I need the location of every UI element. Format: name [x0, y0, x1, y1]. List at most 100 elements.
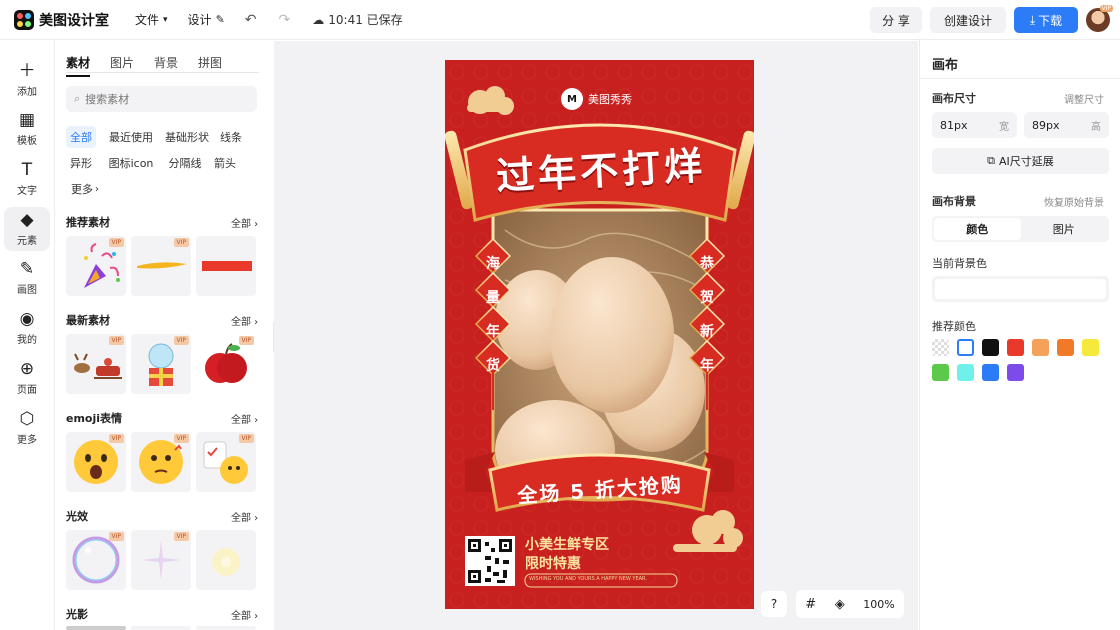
swatch-black[interactable] — [982, 339, 999, 356]
poster-left-tags[interactable]: 海 量 年 货 — [486, 247, 500, 383]
bg-type-toggle: 颜色 图片 — [932, 216, 1109, 242]
search-icon: ⌕ — [74, 92, 81, 105]
asset-red-rectangle[interactable] — [196, 236, 256, 296]
swatch-white[interactable] — [957, 339, 974, 356]
rail-item-add[interactable]: ＋ 添加 — [4, 58, 50, 102]
asset-reindeer-sleigh[interactable]: VIP — [66, 334, 126, 394]
asset-glow[interactable] — [196, 530, 256, 590]
resize-link[interactable]: 调整尺寸 — [1064, 91, 1104, 106]
rail-item-more[interactable]: ⬡ 更多 — [4, 406, 50, 450]
file-menu[interactable]: 文件 ▾ — [135, 11, 168, 28]
poster-canvas[interactable]: M 美图秀秀 过年不打烊 海 量 年 货 恭 贺 新 年 全场 5 折大抢购 小… — [445, 60, 754, 609]
asset-bubble[interactable]: VIP — [66, 530, 126, 590]
swatch-blue[interactable] — [982, 364, 999, 381]
see-all-label: 全部 — [231, 415, 251, 426]
chip-arrows[interactable]: 箭头 — [210, 152, 240, 174]
chip-icons[interactable]: 图标icon — [102, 152, 160, 174]
vip-badge: VIP — [173, 532, 189, 541]
grid-icon[interactable]: # — [805, 597, 816, 612]
rail-label: 我的 — [17, 335, 37, 346]
bg-image-tab[interactable]: 图片 — [1021, 218, 1108, 240]
rail-item-text[interactable]: T 文字 — [4, 157, 50, 201]
width-unit: 宽 — [999, 121, 1009, 133]
vip-badge: VIP — [108, 532, 124, 541]
asset-emoji-checklist[interactable]: VIP — [196, 432, 256, 492]
brand-name: 美图秀秀 — [588, 93, 632, 106]
search-box[interactable]: ⌕ — [66, 86, 257, 112]
width-field[interactable]: 81px 宽 — [932, 112, 1017, 138]
tab-collage[interactable]: 拼图 — [198, 54, 222, 77]
asset-party-popper[interactable]: VIP — [66, 236, 126, 296]
swatch-transparent[interactable] — [932, 339, 949, 356]
chip-recent[interactable]: 最近使用 — [104, 126, 158, 148]
chip-lines[interactable]: 线条 — [216, 126, 246, 148]
swatch-orange[interactable] — [1057, 339, 1074, 356]
poster-footer-subtitle[interactable]: 限时特惠 — [525, 553, 581, 573]
rail-item-elements[interactable]: ◆ 元素 — [4, 207, 50, 251]
see-all-recommended[interactable]: 全部 › — [231, 215, 258, 230]
chevron-right-icon: › — [95, 183, 99, 195]
ai-resize-button[interactable]: ⧉ AI尺寸延展 — [932, 148, 1109, 174]
asset-star-flare[interactable]: VIP — [131, 530, 191, 590]
see-all-label: 全部 — [231, 513, 251, 524]
asset-shadow-3[interactable] — [196, 626, 256, 630]
chip-all[interactable]: 全部 — [66, 126, 96, 148]
rail-item-draw[interactable]: ✎ 画图 — [4, 256, 50, 300]
chip-more[interactable]: 更多 › — [66, 178, 104, 200]
see-all-newest[interactable]: 全部 › — [231, 313, 258, 328]
current-bg-color[interactable] — [932, 276, 1109, 302]
rail-item-pages[interactable]: ⊕ 页面 — [4, 356, 50, 400]
width-value: 81px — [940, 118, 968, 132]
create-design-button[interactable]: 创建设计 — [930, 7, 1006, 33]
asset-red-apple[interactable]: VIP — [196, 334, 256, 394]
rail-label: 模板 — [17, 136, 37, 147]
see-all-emoji[interactable]: 全部 › — [231, 411, 258, 426]
rail-item-templates[interactable]: ▦ 模板 — [4, 107, 50, 151]
asset-shadow-2[interactable] — [131, 626, 191, 630]
swatch-light-orange[interactable] — [1032, 339, 1049, 356]
see-all-shadow[interactable]: 全部 › — [231, 607, 258, 622]
swatch-yellow[interactable] — [1082, 339, 1099, 356]
poster-footer-title[interactable]: 小美生鲜专区 — [525, 534, 609, 554]
see-all-light[interactable]: 全部 › — [231, 509, 258, 524]
avatar[interactable]: VIP — [1086, 5, 1113, 32]
swatch-cyan[interactable] — [957, 364, 974, 381]
swatch-red[interactable] — [1007, 339, 1024, 356]
app-logo[interactable]: 美图设计室 — [14, 9, 109, 30]
restore-bg-link[interactable]: 恢复原始背景 — [1044, 194, 1104, 209]
poster-brand[interactable]: M 美图秀秀 — [561, 88, 632, 110]
chip-irregular[interactable]: 异形 — [66, 152, 96, 174]
tab-materials[interactable]: 素材 — [66, 54, 91, 77]
layers-icon[interactable]: ◈ — [835, 597, 845, 612]
poster-footer-small[interactable]: WISHING YOU AND YOURS A HAPPY NEW YEAR. — [529, 576, 647, 582]
current-bg-swatch — [935, 279, 1106, 299]
chip-dividers[interactable]: 分隔线 — [164, 152, 206, 174]
swatch-purple[interactable] — [1007, 364, 1024, 381]
redo-icon[interactable]: ↷ — [279, 12, 291, 28]
rail-item-mine[interactable]: ◉ 我的 — [4, 306, 50, 350]
vip-badge: VIP — [238, 336, 254, 345]
zoom-level[interactable]: 100% — [863, 598, 894, 611]
canvas-size-label: 画布尺寸 — [932, 92, 976, 105]
undo-icon[interactable]: ↶ — [245, 12, 257, 28]
asset-snow-globe-gift[interactable]: VIP — [131, 334, 191, 394]
tab-backgrounds[interactable]: 背景 — [154, 54, 178, 77]
poster-right-tags[interactable]: 恭 贺 新 年 — [700, 247, 714, 383]
brand-logo-icon: M — [561, 88, 583, 110]
bg-color-tab[interactable]: 颜色 — [934, 218, 1021, 240]
chip-basic-shapes[interactable]: 基础形状 — [160, 126, 214, 148]
swatch-green[interactable] — [932, 364, 949, 381]
share-button[interactable]: 分 享 — [870, 7, 922, 33]
asset-shadow-1[interactable] — [66, 626, 126, 630]
design-menu[interactable]: 设计 ✎ — [188, 11, 225, 28]
tab-images[interactable]: 图片 — [110, 54, 134, 77]
download-button[interactable]: ⤓ 下载 — [1014, 7, 1078, 33]
asset-brush-stroke[interactable]: VIP — [131, 236, 191, 296]
height-field[interactable]: 89px 高 — [1024, 112, 1109, 138]
rail-label: 添加 — [17, 87, 37, 98]
asset-emoji-thinking[interactable]: VIP — [131, 432, 191, 492]
asset-emoji-shocked[interactable]: VIP — [66, 432, 126, 492]
search-input[interactable] — [85, 92, 236, 106]
help-button[interactable]: ? — [761, 591, 787, 617]
rail-label: 更多 — [17, 435, 37, 446]
